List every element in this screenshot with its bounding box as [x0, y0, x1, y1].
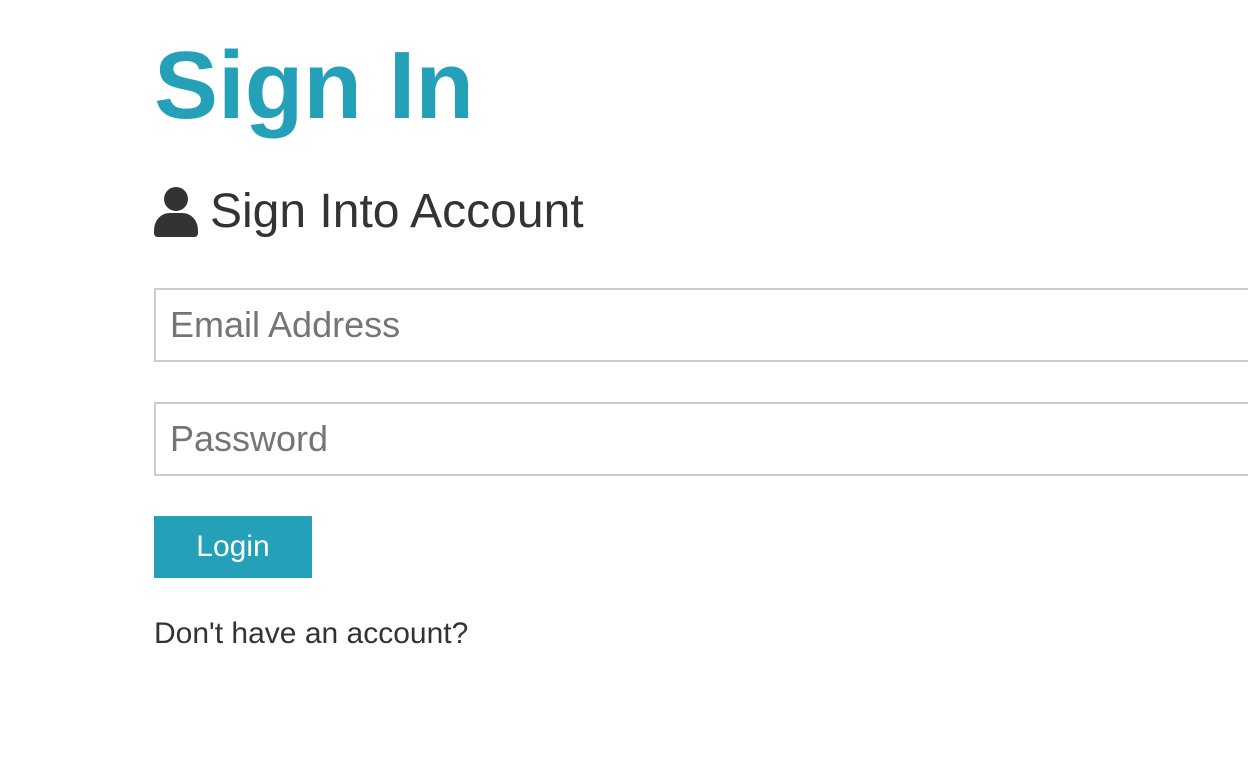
- password-field[interactable]: [154, 402, 1248, 476]
- form-subtitle: Sign Into Account: [154, 184, 584, 240]
- account-prompt: Don't have an account?: [154, 617, 469, 650]
- page-title: Sign In: [154, 32, 474, 139]
- subtitle-text: Sign Into Account: [210, 185, 584, 238]
- email-field[interactable]: [154, 288, 1248, 362]
- user-icon: [154, 187, 198, 237]
- login-button[interactable]: Login: [154, 516, 312, 578]
- sign-in-page: Sign In Sign Into Account Login Don't ha…: [0, 0, 1248, 764]
